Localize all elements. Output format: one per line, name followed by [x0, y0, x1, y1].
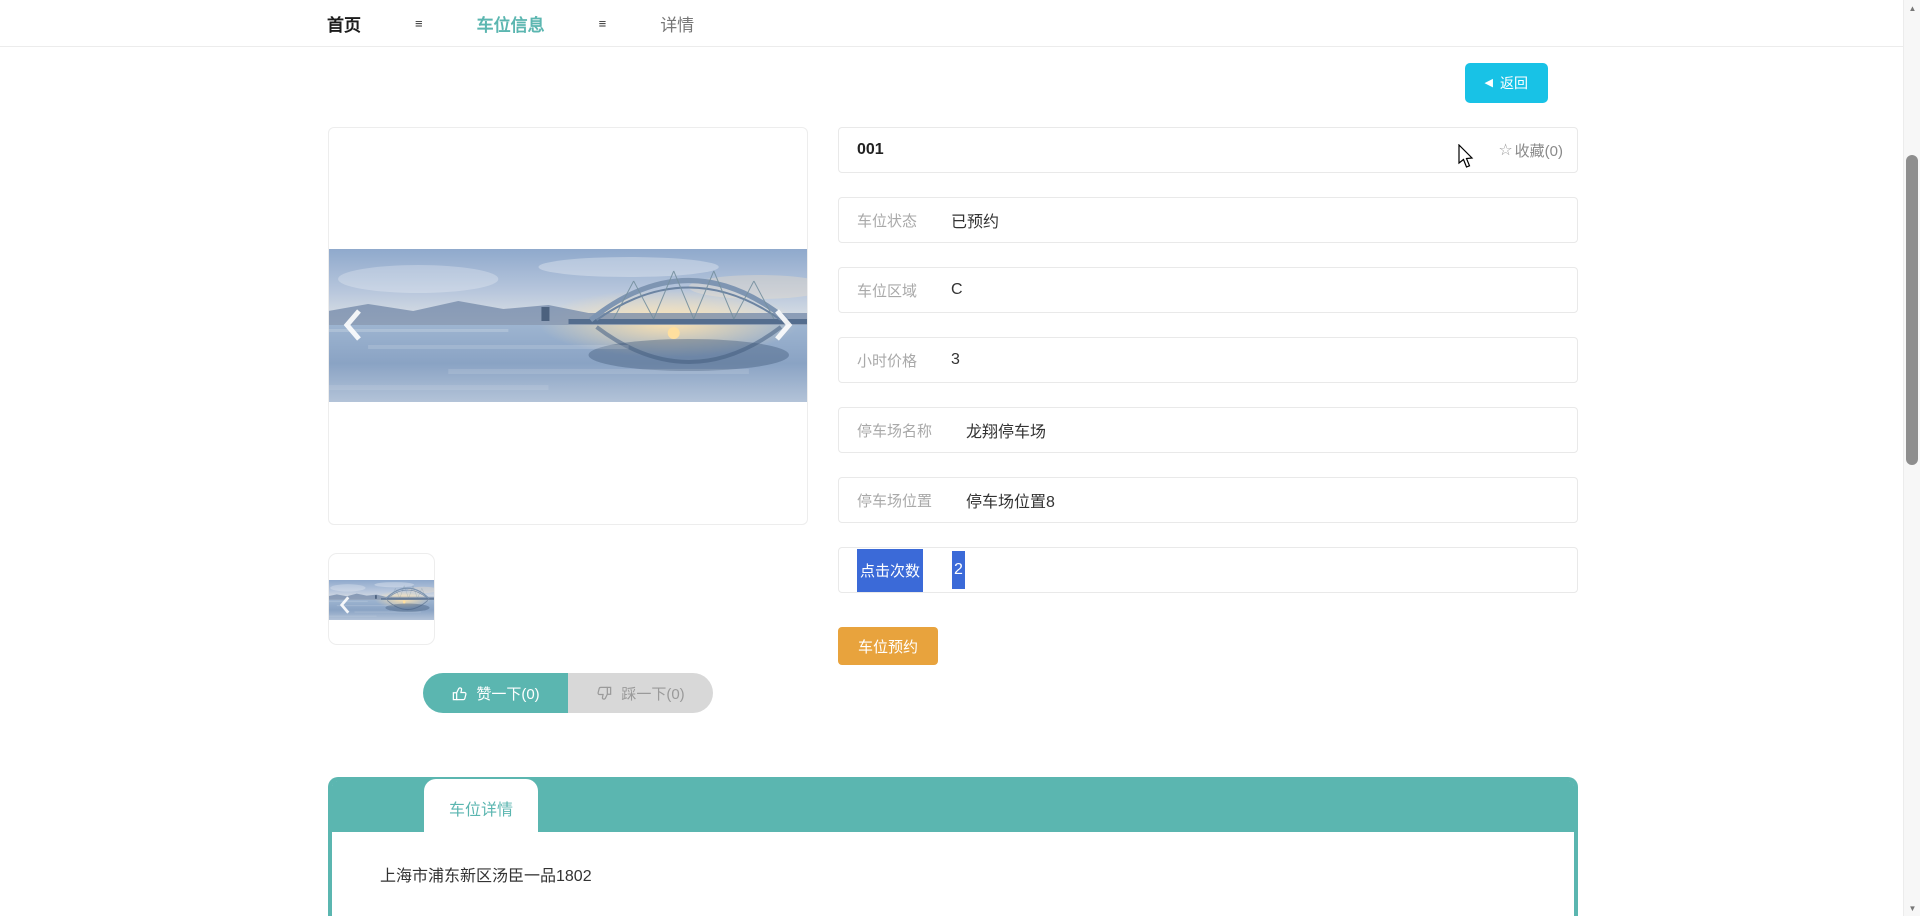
photo-carousel [328, 127, 808, 525]
nav-item-detail[interactable]: 详情 [660, 11, 694, 36]
field-label: 停车场位置 [857, 492, 933, 510]
field-label: 小时价格 [857, 352, 918, 370]
like-button-label: 赞一下(0) [476, 685, 540, 703]
back-arrow-icon: ◀ [1484, 76, 1493, 89]
spot-title-box: 001 ☆ 收藏(0) [838, 127, 1578, 173]
field-label: 车位区域 [857, 282, 918, 300]
field-value-selected: 2 [952, 551, 965, 589]
reserve-button[interactable]: 车位预约 [838, 627, 938, 665]
field-value: 龙翔停车场 [966, 424, 1047, 441]
tab-spot-detail[interactable]: 车位详情 [424, 779, 538, 836]
field-row-click-count: 点击次数 2 [838, 547, 1578, 593]
info-column: 001 ☆ 收藏(0) 车位状态 已预约 车位区域 C 小时价格 3 停车场名称 [838, 127, 1578, 713]
nav-item-home[interactable]: 首页 [327, 11, 361, 36]
vote-row: 赞一下(0) 踩一下(0) [328, 673, 808, 713]
media-column: 赞一下(0) 踩一下(0) [328, 127, 808, 713]
field-row-lot-location: 停车场位置 停车场位置8 [838, 477, 1578, 523]
scrollbar-down-icon[interactable]: ▼ [1904, 900, 1920, 916]
nav-item-parking-info[interactable]: 车位信息 [477, 11, 545, 36]
field-value: 已预约 [951, 214, 1000, 231]
main-columns: 赞一下(0) 踩一下(0) 001 ☆ 收藏(0) 车位状态 已预约 车位区域 … [328, 127, 1578, 713]
dislike-button[interactable]: 踩一下(0) [568, 673, 713, 713]
photo-thumbnail[interactable] [328, 553, 435, 645]
thumbs-up-icon [451, 685, 468, 702]
detail-content: 上海市浦东新区汤臣一品1802 [380, 868, 592, 885]
scrollbar-thumb[interactable] [1906, 155, 1918, 465]
field-label-selected: 点击次数 [857, 548, 924, 592]
detail-panel-header: 车位详情 [332, 779, 1574, 836]
field-value: 停车场位置8 [966, 494, 1055, 511]
field-value: 3 [951, 351, 960, 368]
dislike-button-label: 踩一下(0) [621, 685, 685, 703]
field-row-lot-name: 停车场名称 龙翔停车场 [838, 407, 1578, 453]
detail-panel: 车位详情 上海市浦东新区汤臣一品1802 [328, 777, 1578, 916]
page-container: ◀ 返回 赞一下(0) 踩一下(0) 001 ☆ 收藏(0) 车位状态 已预约 … [328, 63, 1578, 916]
nav-separator-icon: ≡ [415, 15, 423, 31]
scrollbar[interactable]: ▲ ▼ [1903, 0, 1920, 916]
favorite-label: 收藏(0) [1514, 142, 1563, 160]
spot-title: 001 [857, 141, 884, 158]
back-button[interactable]: ◀ 返回 [1464, 63, 1548, 103]
top-navbar: 首页 ≡ 车位信息 ≡ 详情 [0, 0, 1920, 47]
field-row-hour-price: 小时价格 3 [838, 337, 1578, 383]
carousel-prev-icon[interactable] [341, 306, 365, 344]
nav-separator-icon: ≡ [598, 15, 607, 31]
thumbs-down-icon [596, 685, 613, 702]
field-value: C [951, 281, 963, 298]
scrollbar-up-icon[interactable]: ▲ [1904, 0, 1920, 16]
field-row-status: 车位状态 已预约 [838, 197, 1578, 243]
field-label: 停车场名称 [857, 422, 933, 440]
carousel-next-icon[interactable] [771, 306, 795, 344]
star-icon: ☆ [1498, 142, 1513, 159]
like-button[interactable]: 赞一下(0) [423, 673, 568, 713]
field-label: 车位状态 [857, 212, 918, 230]
back-button-label: 返回 [1500, 75, 1528, 91]
field-row-area: 车位区域 C [838, 267, 1578, 313]
parking-photo [328, 249, 808, 402]
thumbnail-prev-icon[interactable] [338, 595, 351, 616]
toolbar-row: ◀ 返回 [328, 63, 1578, 103]
favorite-button[interactable]: ☆ 收藏(0) [1498, 140, 1563, 161]
